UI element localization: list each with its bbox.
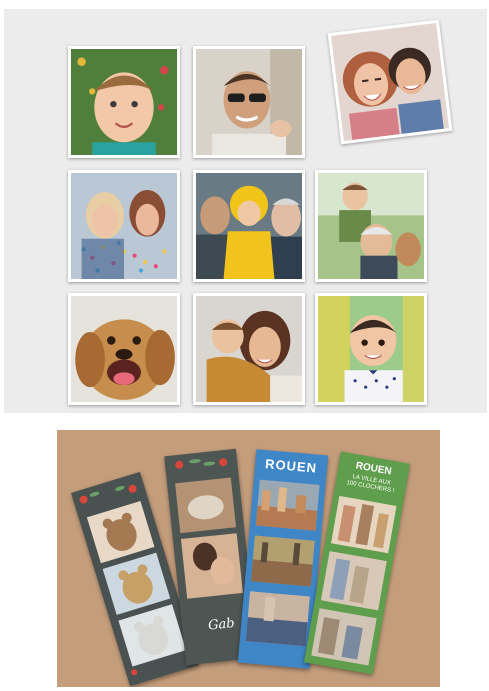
photo-image <box>196 49 302 155</box>
photo-image <box>71 49 177 155</box>
photo-image <box>318 173 424 279</box>
photo-man-sunglasses[interactable] <box>193 46 305 158</box>
photo-image <box>196 296 302 402</box>
photo-image <box>71 296 177 402</box>
photo-two-girls[interactable] <box>327 19 453 145</box>
photo-child-kissing-mother[interactable] <box>193 293 305 405</box>
photo-image <box>318 296 424 402</box>
photo-dog[interactable] <box>68 293 180 405</box>
photo-toddler[interactable] <box>315 293 427 405</box>
photo-women-confetti[interactable] <box>68 170 180 282</box>
bookmarks-panel: Gab ROUEN ROUEN LA VILLE AUX 100 CLOCHER… <box>57 430 440 687</box>
photo-family-raincoat[interactable] <box>193 170 305 282</box>
photo-image <box>196 173 302 279</box>
photo-image <box>71 173 177 279</box>
photo-baby-grass[interactable] <box>68 46 180 158</box>
bookmark-caption: Gab <box>207 615 236 634</box>
photo-grandfather-child[interactable] <box>315 170 427 282</box>
photo-image <box>330 22 450 142</box>
photo-grid-panel <box>4 9 487 413</box>
